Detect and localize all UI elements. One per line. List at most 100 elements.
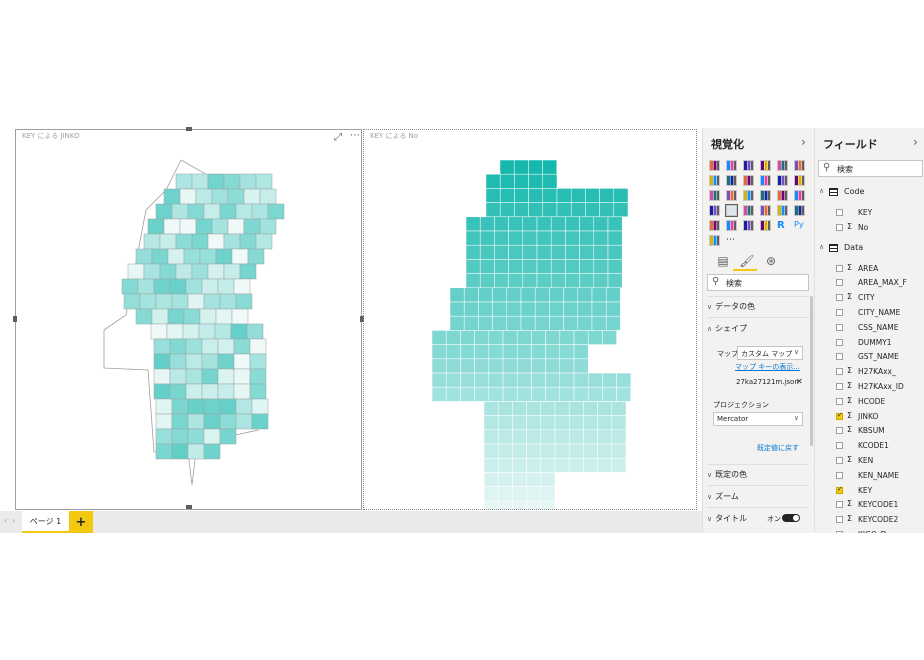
map-region[interactable] (187, 203, 205, 220)
map-region[interactable] (431, 372, 447, 388)
map-region[interactable] (512, 457, 527, 473)
map-key-link[interactable]: マップ キーの表示... (735, 362, 800, 372)
map-region[interactable] (153, 338, 171, 355)
map-region[interactable] (502, 372, 518, 388)
map-region[interactable] (478, 287, 493, 303)
map-region[interactable] (169, 368, 187, 385)
field-item[interactable]: Σ HCODE (815, 395, 924, 409)
map-region[interactable] (563, 301, 579, 317)
map-region[interactable] (431, 330, 447, 345)
map-region[interactable] (147, 218, 165, 235)
field-item[interactable]: Σ KEN (815, 454, 924, 468)
map-region[interactable] (568, 429, 584, 445)
map-region[interactable] (431, 344, 447, 360)
map-region[interactable] (499, 159, 515, 175)
map-region[interactable] (573, 358, 589, 374)
map-region[interactable] (431, 386, 447, 402)
map-region[interactable] (199, 308, 217, 325)
map-region[interactable] (607, 230, 623, 246)
map-region[interactable] (219, 428, 237, 445)
map-region[interactable] (502, 386, 518, 402)
map-region[interactable] (545, 344, 561, 360)
treemap-icon[interactable] (777, 190, 788, 201)
map-region[interactable] (151, 308, 169, 325)
map-region[interactable] (251, 203, 269, 220)
map-region[interactable] (483, 486, 499, 502)
map-region[interactable] (568, 415, 584, 431)
area-icon[interactable] (726, 175, 737, 186)
map-region[interactable] (602, 330, 617, 345)
tab-page-1[interactable]: ページ 1 (22, 511, 69, 533)
map-region[interactable] (514, 188, 529, 203)
100-bar-icon[interactable] (777, 160, 788, 171)
shape-map-jinko[interactable]: KEY による JINKO ⤢ ⋯ (13, 127, 364, 510)
map-region[interactable] (540, 401, 556, 416)
map-region[interactable] (542, 159, 558, 175)
map-region[interactable] (516, 372, 532, 388)
format-search-input[interactable]: ⚲ 検索 (707, 274, 809, 291)
field-checkbox[interactable] (836, 323, 843, 331)
map-region[interactable] (175, 233, 193, 250)
map-region[interactable] (233, 338, 251, 355)
map-region[interactable] (579, 216, 595, 232)
more-icon[interactable]: ⋯ (726, 235, 737, 246)
field-checkbox[interactable] (836, 501, 843, 509)
map-region[interactable] (227, 218, 245, 235)
map-region[interactable] (536, 273, 552, 289)
field-checkbox[interactable] (836, 531, 843, 533)
map-icon[interactable] (794, 190, 805, 201)
field-checkbox[interactable] (836, 338, 843, 346)
map-region[interactable] (577, 287, 593, 303)
field-item[interactable]: Σ H27KAxx_ (815, 365, 924, 379)
map-region[interactable] (522, 259, 538, 274)
field-checkbox[interactable] (836, 383, 843, 390)
map-region[interactable] (251, 413, 269, 430)
field-item[interactable]: KEY (815, 484, 924, 498)
map-region[interactable] (611, 443, 627, 459)
map-region[interactable] (502, 344, 518, 360)
map-region[interactable] (235, 398, 253, 415)
map-region[interactable] (449, 287, 465, 303)
map-region[interactable] (460, 386, 475, 402)
map-region[interactable] (497, 415, 513, 431)
map-region[interactable] (559, 386, 575, 402)
map-region[interactable] (167, 248, 185, 265)
map-region[interactable] (153, 383, 171, 400)
map-region[interactable] (494, 244, 509, 260)
map-region[interactable] (183, 248, 201, 265)
section-data-colors[interactable]: ∨ データの色 (707, 301, 809, 312)
fields-search-input[interactable]: ⚲ 検索 (818, 160, 923, 177)
map-region[interactable] (445, 330, 461, 345)
map-region[interactable] (187, 293, 205, 310)
map-region[interactable] (203, 203, 221, 220)
table-data[interactable]: ∧ Data (815, 242, 924, 256)
map-region[interactable] (545, 386, 561, 402)
expand-chevron-icon[interactable]: ∧ (819, 243, 824, 251)
map-region[interactable] (169, 383, 187, 400)
map-region[interactable] (565, 273, 580, 289)
map-region[interactable] (554, 457, 570, 473)
map-region[interactable] (593, 230, 609, 246)
map-region[interactable] (185, 368, 203, 385)
map-region[interactable] (485, 202, 501, 218)
map-region[interactable] (203, 428, 221, 445)
map-region[interactable] (474, 372, 490, 388)
map-region[interactable] (549, 287, 564, 303)
table-icon[interactable] (743, 220, 754, 231)
map-region[interactable] (488, 344, 504, 360)
map-region[interactable] (550, 259, 566, 274)
map-region[interactable] (171, 413, 189, 430)
map-region[interactable] (579, 230, 595, 246)
map-region[interactable] (150, 323, 168, 340)
map-region[interactable] (513, 159, 529, 175)
map-region[interactable] (512, 500, 527, 509)
ribbon-icon[interactable] (794, 175, 805, 186)
map-region[interactable] (531, 372, 546, 388)
line-icon[interactable] (709, 175, 720, 186)
map-region[interactable] (512, 472, 527, 487)
map-region[interactable] (259, 218, 277, 235)
map-region[interactable] (497, 472, 513, 487)
map-region[interactable] (223, 173, 241, 190)
map-region[interactable] (534, 315, 550, 331)
map-region[interactable] (587, 330, 603, 345)
